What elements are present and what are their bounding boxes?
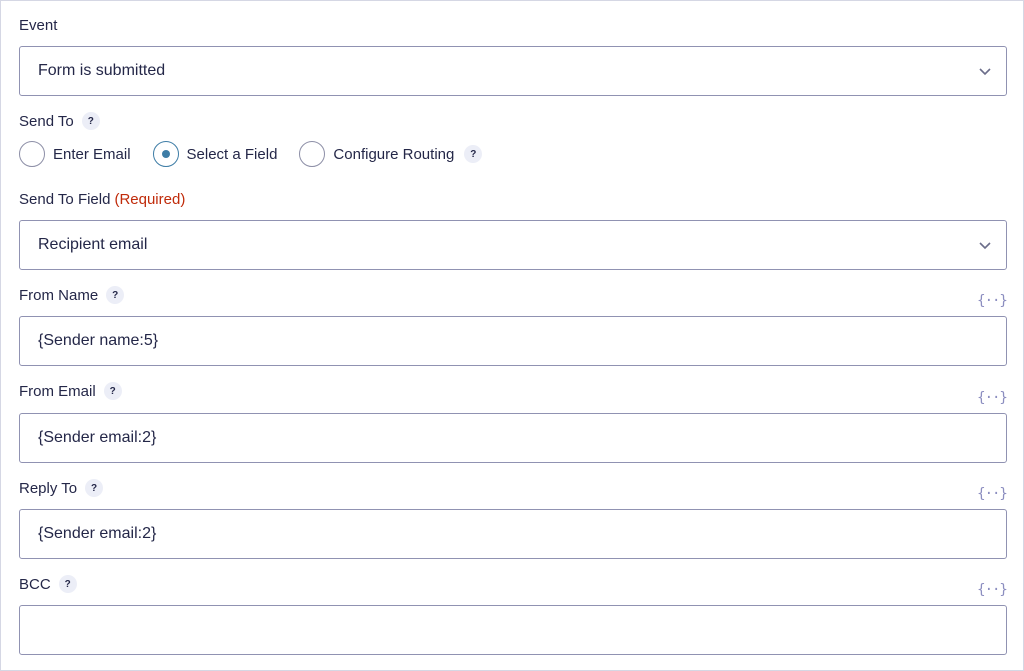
merge-tag-icon[interactable]: {··} <box>977 292 1008 310</box>
chevron-down-icon <box>979 68 991 76</box>
from-name-label: From Name ? <box>19 285 125 305</box>
radio-select-a-field[interactable]: Select a Field <box>152 141 277 167</box>
from-email-value: {Sender email:2} <box>38 429 157 446</box>
radio-enter-email[interactable]: Enter Email <box>19 141 131 167</box>
help-icon[interactable]: ? <box>81 112 100 130</box>
radio-button[interactable] <box>299 141 326 167</box>
required-indicator: (Required) <box>114 190 186 208</box>
merge-tag-icon[interactable]: {··} <box>977 581 1008 599</box>
event-select[interactable]: Form is submitted <box>19 46 1007 96</box>
help-icon[interactable]: ? <box>106 286 125 304</box>
merge-tag-icon[interactable]: {··} <box>977 389 1008 407</box>
from-email-label: From Email ? <box>19 381 122 401</box>
from-name-value: {Sender name:5} <box>38 332 159 349</box>
from-email-input[interactable]: {Sender email:2} <box>19 413 1007 463</box>
from-name-input[interactable]: {Sender name:5} <box>19 316 1007 366</box>
event-label: Event <box>19 16 58 34</box>
help-icon[interactable]: ? <box>85 479 104 497</box>
send-to-label: Send To ? <box>19 111 100 131</box>
bcc-label: BCC ? <box>19 574 77 594</box>
chevron-down-icon <box>979 242 991 250</box>
help-icon[interactable]: ? <box>464 145 483 163</box>
merge-tag-icon[interactable]: {··} <box>977 485 1008 503</box>
reply-to-input[interactable]: {Sender email:2} <box>19 509 1007 559</box>
radio-dot <box>161 150 170 158</box>
radio-configure-routing[interactable]: Configure Routing ? <box>299 141 483 167</box>
radio-button[interactable] <box>19 141 45 167</box>
send-to-field-value: Recipient email <box>38 236 148 253</box>
radio-button-checked[interactable] <box>152 141 179 167</box>
notification-settings-panel: Event Form is submitted Send To ? Enter … <box>0 0 1024 671</box>
send-to-field-label: Send To Field (Required) <box>19 190 186 208</box>
bcc-input[interactable] <box>19 605 1007 655</box>
event-select-value: Form is submitted <box>38 62 166 79</box>
reply-to-label: Reply To ? <box>19 478 104 498</box>
help-icon[interactable]: ? <box>103 382 122 400</box>
help-icon[interactable]: ? <box>58 575 77 593</box>
send-to-radio-group: Enter Email Select a Field Configure Rou… <box>19 139 504 169</box>
send-to-field-select[interactable]: Recipient email <box>19 220 1007 270</box>
reply-to-value: {Sender email:2} <box>38 525 157 542</box>
